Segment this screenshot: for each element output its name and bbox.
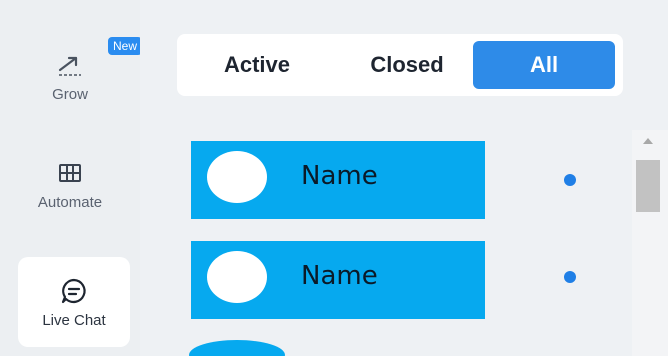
nav-item-automate[interactable]: Automate bbox=[20, 158, 120, 211]
chat-bubble-icon bbox=[59, 276, 89, 306]
tab-all[interactable]: All bbox=[473, 41, 615, 89]
conversation-filter-tabs: Active Closed All bbox=[177, 34, 623, 96]
vertical-scrollbar[interactable] bbox=[632, 130, 668, 356]
main-panel: Active Closed All Name Name bbox=[140, 0, 668, 356]
avatar bbox=[207, 151, 267, 203]
automation-icon bbox=[55, 158, 85, 188]
nav-label-grow: Grow bbox=[52, 86, 88, 103]
scrollbar-thumb[interactable] bbox=[636, 160, 660, 212]
unread-dot bbox=[564, 271, 576, 283]
trending-up-icon bbox=[55, 50, 85, 80]
nav-label-live-chat: Live Chat bbox=[42, 311, 106, 329]
list-item[interactable]: Name bbox=[191, 141, 485, 219]
nav-label-automate: Automate bbox=[37, 194, 103, 211]
list-item[interactable]: Name bbox=[191, 241, 485, 319]
avatar bbox=[207, 251, 267, 303]
left-nav: Grow New Automate Live Chat bbox=[0, 0, 143, 356]
new-badge: New bbox=[108, 37, 143, 55]
app-window: Grow New Automate Live Chat Active Close… bbox=[0, 0, 668, 356]
unread-dot bbox=[564, 174, 576, 186]
tab-active[interactable]: Active bbox=[207, 41, 307, 89]
scroll-up-arrow-icon[interactable] bbox=[643, 138, 653, 144]
contact-name: Name bbox=[301, 261, 378, 291]
contact-name: Name bbox=[301, 161, 378, 191]
nav-item-grow[interactable]: Grow bbox=[20, 50, 120, 103]
conversation-list: Name Name bbox=[177, 130, 668, 356]
list-item-partial[interactable] bbox=[189, 340, 285, 356]
tab-closed[interactable]: Closed bbox=[347, 41, 467, 89]
nav-item-live-chat[interactable]: Live Chat bbox=[18, 257, 130, 347]
